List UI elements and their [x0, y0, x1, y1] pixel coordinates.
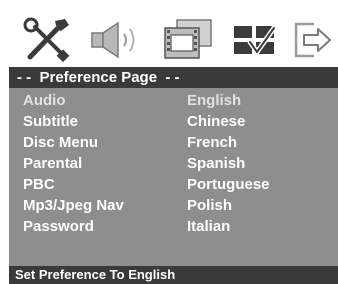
menu-item-label[interactable]: Mp3/Jpeg Nav — [23, 197, 124, 214]
dvd-setup-menu: - - Preference Page - - Audio English Su… — [0, 0, 338, 284]
menu-item-label[interactable]: Password — [23, 218, 94, 235]
status-bar: Set Preference To English — [9, 266, 338, 284]
audio-setup-tab[interactable] — [86, 14, 150, 66]
menu-row-audio[interactable]: Audio English — [9, 91, 338, 112]
page-title-bar: - - Preference Page - - — [9, 67, 338, 88]
option-item-label[interactable]: French — [187, 134, 237, 151]
checkmark-grid-icon — [234, 25, 277, 55]
menu-item-label[interactable]: Parental — [23, 155, 82, 172]
preference-panel: Audio English Subtitle Chinese Disc Menu… — [9, 88, 338, 266]
menu-row-password[interactable]: Password Italian — [9, 217, 338, 238]
option-item-label[interactable]: English — [187, 92, 241, 109]
exit-arrow-icon — [294, 22, 331, 58]
film-icon — [164, 19, 212, 59]
menu-item-label[interactable]: PBC — [23, 176, 55, 193]
menu-row-mp3-jpeg-nav[interactable]: Mp3/Jpeg Nav Polish — [9, 196, 338, 217]
exit-tab[interactable] — [288, 14, 336, 66]
page-title: - - Preference Page - - — [17, 69, 180, 86]
menu-item-label[interactable]: Audio — [23, 92, 66, 109]
tools-icon — [23, 17, 70, 63]
general-setup-tab[interactable] — [18, 14, 76, 66]
menu-row-disc-menu[interactable]: Disc Menu French — [9, 133, 338, 154]
menu-row-parental[interactable]: Parental Spanish — [9, 154, 338, 175]
option-item-label[interactable]: Portuguese — [187, 176, 270, 193]
menu-row-subtitle[interactable]: Subtitle Chinese — [9, 112, 338, 133]
preference-setup-tab[interactable] — [227, 14, 283, 66]
speaker-icon — [91, 21, 135, 59]
menu-item-label[interactable]: Disc Menu — [23, 134, 98, 151]
option-item-label[interactable]: Italian — [187, 218, 230, 235]
status-text: Set Preference To English — [15, 267, 176, 282]
video-setup-tab[interactable] — [155, 14, 219, 66]
menu-item-label[interactable]: Subtitle — [23, 113, 78, 130]
menu-row-pbc[interactable]: PBC Portuguese — [9, 175, 338, 196]
option-item-label[interactable]: Chinese — [187, 113, 245, 130]
option-item-label[interactable]: Spanish — [187, 155, 245, 172]
option-item-label[interactable]: Polish — [187, 197, 232, 214]
